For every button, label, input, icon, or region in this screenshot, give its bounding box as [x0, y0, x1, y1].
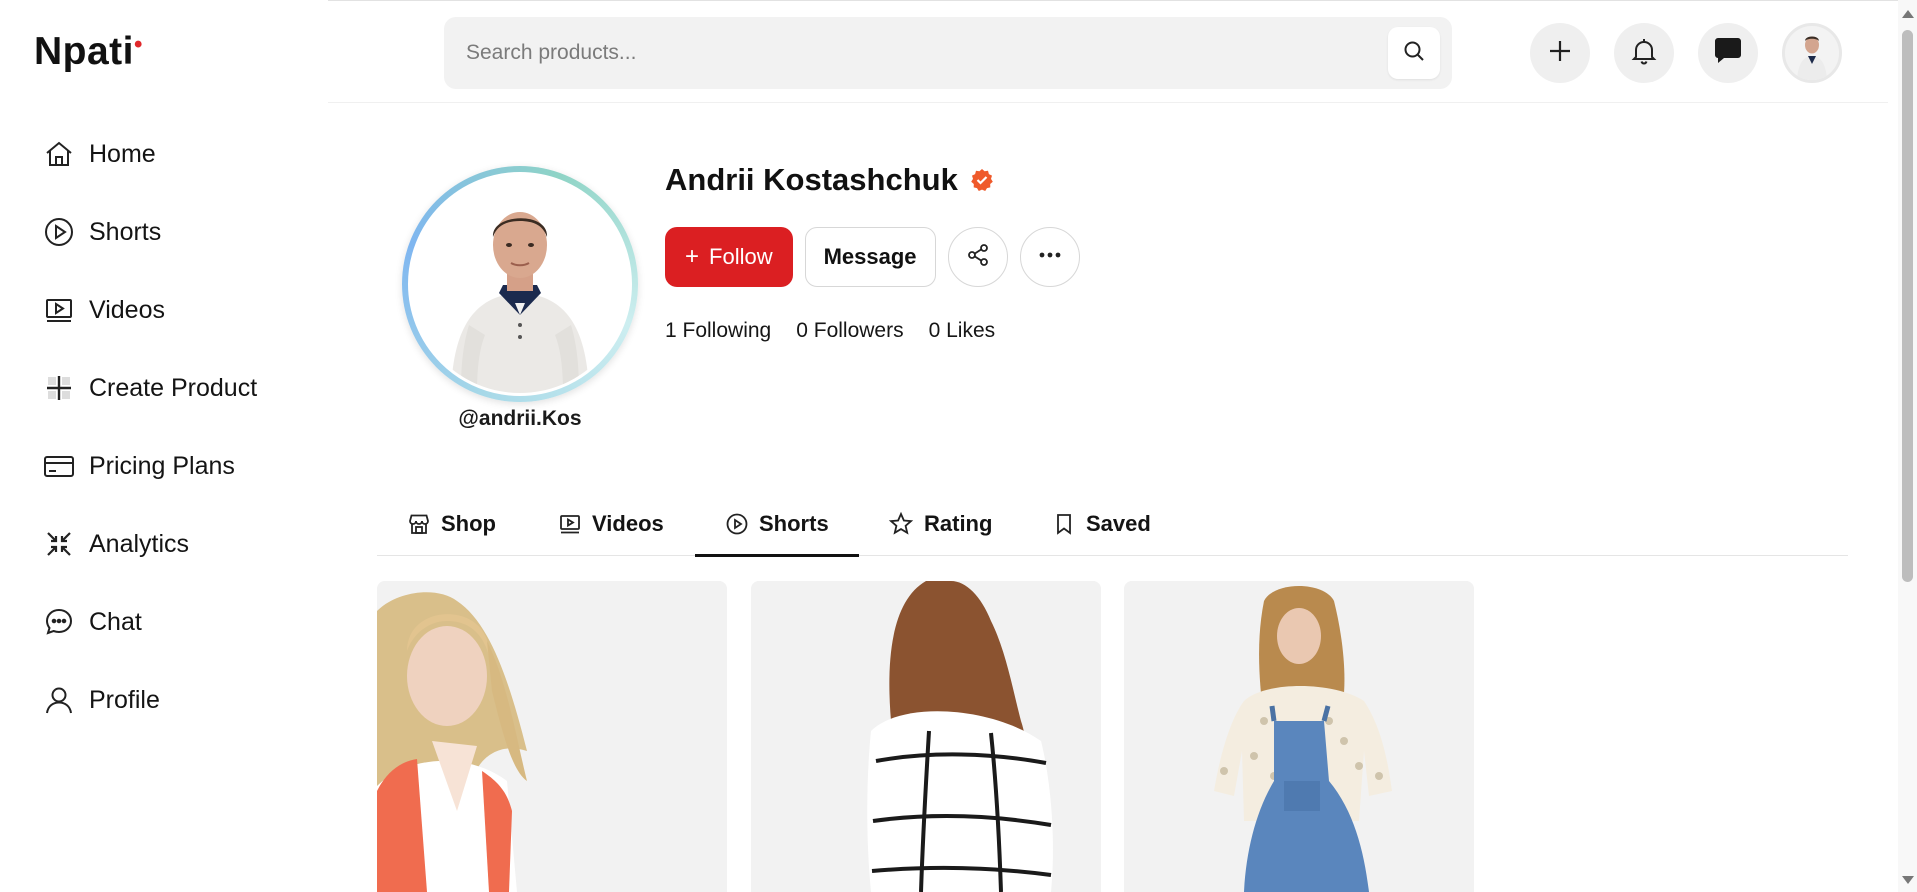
plus-icon [1546, 37, 1574, 70]
share-icon [965, 242, 991, 273]
more-options-button[interactable] [1019, 227, 1080, 287]
search-button[interactable] [1388, 27, 1440, 79]
profile-photo [411, 175, 629, 393]
tab-saved[interactable]: Saved [1052, 491, 1151, 556]
sidebar-item-label: Home [89, 139, 156, 168]
profile-name: Andrii Kostashchuk [665, 162, 994, 198]
star-icon [888, 511, 914, 537]
avatar-image [1785, 26, 1839, 80]
sidebar-nav: Home Shorts Videos Create Product Pricin… [40, 115, 257, 739]
tab-label: Rating [924, 510, 993, 536]
video-icon [558, 512, 582, 536]
profile-actions: + Follow Message [665, 227, 1080, 287]
tab-shop[interactable]: Shop [407, 491, 496, 556]
plus-grid-icon [40, 369, 78, 407]
verified-badge-icon [970, 168, 994, 192]
analytics-icon [40, 525, 78, 563]
bookmark-icon [1052, 512, 1076, 536]
follow-label: Follow [709, 244, 773, 269]
page-scrollbar[interactable] [1898, 0, 1917, 892]
tab-videos[interactable]: Videos [558, 491, 664, 556]
store-icon [407, 512, 431, 536]
tab-label: Videos [592, 510, 664, 536]
play-circle-icon [725, 512, 749, 536]
sidebar-item-analytics[interactable]: Analytics [40, 505, 257, 583]
sidebar-item-home[interactable]: Home [40, 115, 257, 193]
plus-icon: + [685, 243, 700, 270]
sidebar-item-create-product[interactable]: Create Product [40, 349, 257, 427]
share-button[interactable] [947, 227, 1008, 287]
thumbnail-image [1124, 581, 1474, 892]
thumbnail-image [751, 581, 1101, 892]
tab-shorts[interactable]: Shorts [695, 491, 859, 557]
scroll-up-arrow-icon[interactable] [1902, 10, 1914, 18]
profile-stats: 1 Following 0 Followers 0 Likes [665, 319, 1020, 343]
messages-button[interactable] [1698, 23, 1758, 83]
video-icon [40, 291, 78, 329]
message-icon [1712, 36, 1744, 71]
sidebar-item-chat[interactable]: Chat [40, 583, 257, 661]
thumbnail-image [377, 581, 727, 892]
follow-button[interactable]: + Follow [665, 227, 793, 287]
user-avatar[interactable] [1782, 23, 1842, 83]
notifications-button[interactable] [1614, 23, 1674, 83]
bell-icon [1629, 36, 1659, 71]
sidebar-item-label: Pricing Plans [89, 451, 235, 480]
sidebar-item-label: Shorts [89, 217, 162, 246]
search-icon [1402, 39, 1426, 68]
profile-handle: @andrii.Kos [458, 407, 582, 430]
app-logo[interactable]: Npati• [34, 30, 143, 74]
sidebar-item-label: Chat [89, 607, 142, 636]
search-bar [444, 17, 1452, 89]
home-icon [40, 135, 78, 173]
sidebar-item-profile[interactable]: Profile [40, 661, 257, 739]
message-button[interactable]: Message [804, 227, 936, 287]
scrollbar-thumb[interactable] [1902, 30, 1913, 582]
tab-rating[interactable]: Rating [888, 491, 992, 556]
sidebar-item-pricing-plans[interactable]: Pricing Plans [40, 427, 257, 505]
more-horizontal-icon [1037, 242, 1063, 273]
followers-count[interactable]: 0 Followers [796, 319, 903, 343]
sidebar-item-videos[interactable]: Videos [40, 271, 257, 349]
tab-label: Shorts [759, 510, 829, 536]
scroll-down-arrow-icon[interactable] [1902, 876, 1914, 884]
profile-name-text: Andrii Kostashchuk [665, 162, 958, 197]
sidebar-item-label: Profile [89, 685, 160, 714]
chat-bubble-icon [40, 603, 78, 641]
sidebar-item-label: Create Product [89, 373, 258, 402]
short-thumbnail[interactable] [751, 581, 1101, 892]
profile-tabs: Shop Videos Shorts Rating Saved [377, 491, 1848, 557]
tab-label: Shop [441, 510, 496, 536]
search-input[interactable] [466, 17, 1366, 89]
header-divider [328, 102, 1888, 103]
tab-label: Saved [1086, 510, 1151, 536]
likes-count: 0 Likes [928, 319, 996, 342]
short-thumbnail[interactable] [1124, 581, 1474, 892]
sidebar-item-shorts[interactable]: Shorts [40, 193, 257, 271]
sidebar: Npati• Home Shorts Videos Create Product [0, 0, 328, 892]
sidebar-item-label: Analytics [89, 529, 190, 558]
short-thumbnail[interactable] [377, 581, 727, 892]
sidebar-item-label: Videos [89, 295, 165, 324]
play-circle-icon [40, 213, 78, 251]
create-button[interactable] [1530, 23, 1590, 83]
credit-card-icon [40, 447, 78, 485]
following-count[interactable]: 1 Following [665, 319, 771, 343]
profile-avatar[interactable] [402, 166, 638, 402]
user-icon [40, 681, 78, 719]
